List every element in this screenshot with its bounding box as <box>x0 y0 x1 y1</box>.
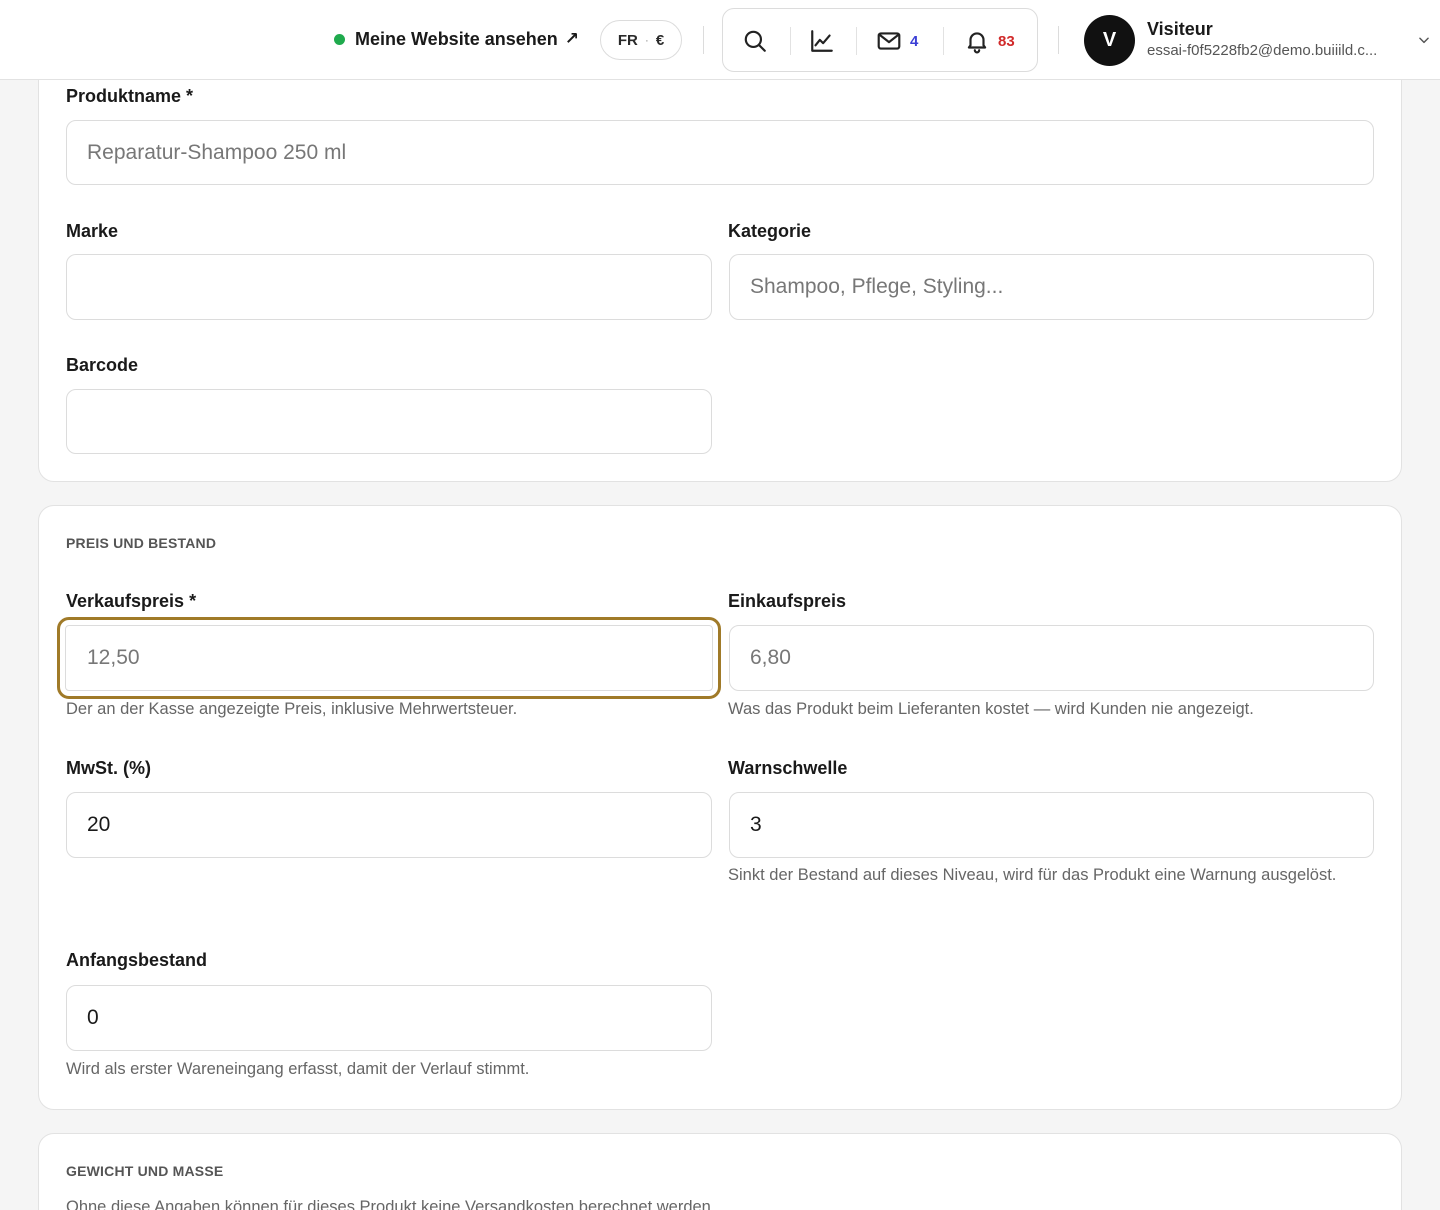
sale-price-help: Der an der Kasse angezeigte Preis, inklu… <box>66 700 518 718</box>
category-placeholder: Shampoo, Pflege, Styling... <box>750 275 1004 298</box>
vat-value: 20 <box>87 813 111 836</box>
product-name-label: Produktname * <box>66 86 194 106</box>
purchase-price-label: Einkaufspreis <box>728 591 847 611</box>
toolbar-divider <box>790 27 791 55</box>
brand-label: Marke <box>66 221 119 241</box>
search-icon <box>744 30 766 52</box>
statistics-button[interactable] <box>809 25 835 57</box>
sale-price-placeholder: 12,50 <box>87 646 140 669</box>
sale-price-input[interactable]: 12,50 <box>57 617 721 699</box>
messages-count: 4 <box>910 32 919 50</box>
bell-icon <box>967 32 987 54</box>
external-link-icon: ↗ <box>564 29 579 48</box>
vat-label: MwSt. (%) <box>66 758 151 778</box>
notifications-button[interactable]: 83 <box>964 25 1015 57</box>
weight-section-description: Ohne diese Angaben können für dieses Pro… <box>66 1198 716 1210</box>
view-website-link[interactable]: Meine Website ansehen ↗ <box>334 27 579 51</box>
user-email: essai-f0f5228fb2@demo.buiiild.c... <box>1147 42 1378 59</box>
language-currency-selector[interactable]: FR · € <box>600 20 682 60</box>
chart-line-icon <box>811 30 833 52</box>
sale-price-label: Verkaufspreis * <box>66 591 197 611</box>
search-button[interactable] <box>742 25 768 57</box>
barcode-label: Barcode <box>66 355 139 375</box>
toolbar-divider <box>943 27 944 55</box>
warning-threshold-help: Sinkt der Bestand auf dieses Niveau, wir… <box>728 866 1337 884</box>
language-separator: · <box>644 33 649 47</box>
barcode-input[interactable] <box>66 389 712 454</box>
toolbar-group: 4 83 <box>722 8 1038 72</box>
product-name-input[interactable]: Reparatur-Shampoo 250 ml <box>66 120 1374 185</box>
messages-button[interactable]: 4 <box>876 25 918 57</box>
top-bar: Meine Website ansehen ↗ FR · € 4 83 V Vi… <box>0 0 1440 80</box>
purchase-price-input[interactable]: 6,80 <box>729 625 1374 691</box>
mail-icon <box>877 32 901 50</box>
chevron-down-icon[interactable] <box>1417 33 1431 47</box>
vat-input[interactable]: 20 <box>66 792 712 858</box>
category-input[interactable]: Shampoo, Pflege, Styling... <box>729 254 1374 320</box>
view-website-label: Meine Website ansehen <box>355 28 558 49</box>
toolbar-divider <box>856 27 857 55</box>
initial-stock-help: Wird als erster Wareneingang erfasst, da… <box>66 1060 530 1078</box>
user-name[interactable]: Visiteur <box>1147 19 1213 40</box>
product-name-placeholder: Reparatur-Shampoo 250 ml <box>87 140 347 164</box>
online-status-dot <box>334 33 345 45</box>
category-label: Kategorie <box>728 221 812 241</box>
currency-symbol: € <box>655 31 665 49</box>
warning-threshold-value: 3 <box>750 813 762 836</box>
purchase-price-placeholder: 6,80 <box>750 646 791 669</box>
language-code: FR <box>617 31 638 49</box>
price-stock-section-title: PREIS UND BESTAND <box>66 535 217 551</box>
initial-stock-input[interactable]: 0 <box>66 985 712 1051</box>
weight-section-title: GEWICHT UND MASSE <box>66 1163 224 1179</box>
divider <box>703 26 704 54</box>
purchase-price-help: Was das Produkt beim Lieferanten kostet … <box>728 700 1254 718</box>
avatar[interactable]: V <box>1084 15 1135 66</box>
initial-stock-value: 0 <box>87 1006 99 1029</box>
initial-stock-label: Anfangsbestand <box>66 950 208 970</box>
notifications-count: 83 <box>998 32 1015 50</box>
warning-threshold-input[interactable]: 3 <box>729 792 1374 858</box>
divider <box>1058 26 1059 54</box>
brand-input[interactable] <box>66 254 712 320</box>
warning-threshold-label: Warnschwelle <box>728 758 848 778</box>
